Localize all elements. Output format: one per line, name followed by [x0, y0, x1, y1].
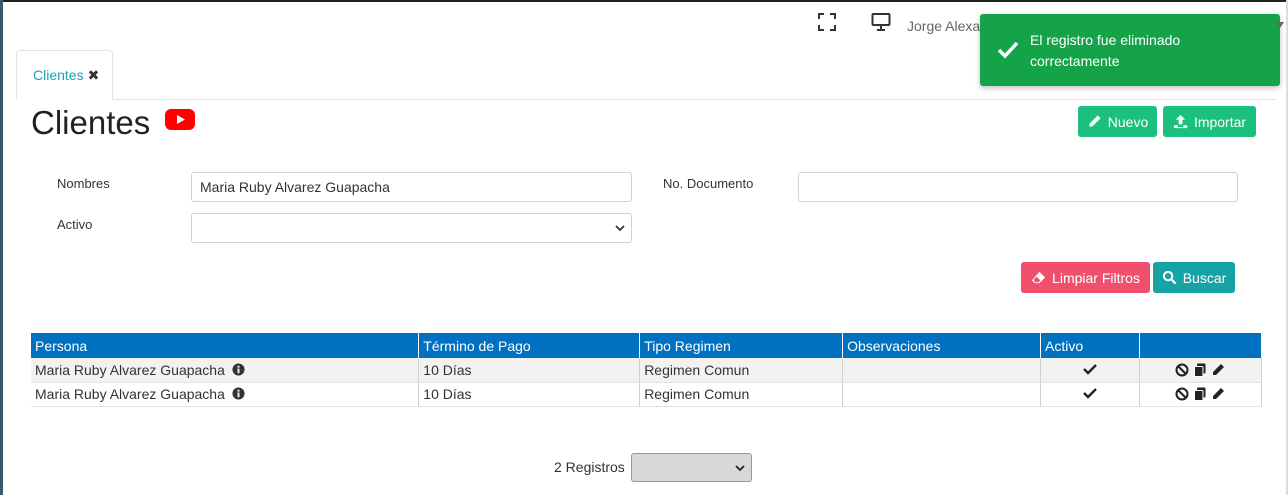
upload-icon — [1173, 114, 1187, 129]
import-button-label: Importar — [1193, 113, 1247, 130]
user-menu[interactable]: Jorge Alexa — [907, 18, 980, 34]
window-top-border — [0, 0, 1288, 2]
cell-regimen: Regimen Comun — [639, 358, 844, 383]
table-row[interactable]: Maria Ruby Alvarez Guapacha 10 Días Regi… — [31, 358, 1263, 383]
new-button-label: Nuevo — [1107, 113, 1149, 130]
close-icon[interactable]: ✖ — [88, 67, 100, 84]
import-button[interactable]: Importar — [1163, 106, 1256, 137]
column-header-activo[interactable]: Activo — [1040, 333, 1140, 358]
persona-name: Maria Ruby Alvarez Guapacha — [35, 386, 225, 402]
page-title: Clientes — [31, 104, 151, 141]
caret-down-icon[interactable] — [1276, 22, 1284, 28]
cell-persona: Maria Ruby Alvarez Guapacha — [31, 382, 420, 407]
nombres-label: Nombres — [57, 176, 110, 191]
column-header-termino[interactable]: Término de Pago — [418, 333, 641, 358]
nombres-input-value: Maria Ruby Alvarez Guapacha — [200, 179, 390, 195]
check-icon — [1083, 363, 1097, 375]
cell-observaciones — [842, 358, 1042, 383]
youtube-icon[interactable] — [165, 109, 195, 130]
cell-regimen: Regimen Comun — [639, 382, 844, 407]
edit-icon[interactable] — [1211, 387, 1225, 401]
search-button-label: Buscar — [1182, 269, 1227, 286]
clear-filters-label: Limpiar Filtros — [1052, 269, 1140, 286]
disable-icon[interactable] — [1175, 363, 1189, 377]
cell-persona: Maria Ruby Alvarez Guapacha — [31, 358, 420, 383]
edit-icon[interactable] — [1211, 363, 1225, 377]
pencil-icon — [1089, 115, 1101, 127]
toast-message: El registro fue eliminado correctamente — [1030, 32, 1181, 69]
activo-select[interactable] — [191, 213, 632, 243]
cell-termino: 10 Días — [418, 358, 641, 383]
table-row[interactable]: Maria Ruby Alvarez Guapacha 10 Días Regi… — [31, 382, 1263, 407]
tab-clientes[interactable]: Clientes ✖ — [16, 50, 113, 100]
persona-name: Maria Ruby Alvarez Guapacha — [35, 361, 225, 378]
cell-actions — [1139, 382, 1263, 407]
info-icon[interactable] — [232, 387, 245, 400]
clear-filters-button[interactable]: Limpiar Filtros — [1021, 262, 1150, 293]
documento-input[interactable] — [798, 172, 1238, 202]
eraser-icon — [1031, 271, 1046, 284]
info-icon[interactable] — [232, 363, 245, 376]
table-header-row: Persona Término de Pago Tipo Regimen Obs… — [31, 333, 1263, 358]
record-count: 2 Registros — [554, 459, 625, 475]
page-size-select[interactable] — [631, 453, 752, 482]
nombres-input[interactable]: Maria Ruby Alvarez Guapacha — [191, 172, 632, 202]
tab-label: Clientes — [33, 67, 84, 83]
cell-observaciones — [842, 382, 1042, 407]
cell-activo — [1040, 382, 1140, 407]
clientes-table: Persona Término de Pago Tipo Regimen Obs… — [31, 333, 1263, 407]
column-header-persona[interactable]: Persona — [31, 333, 420, 358]
search-button[interactable]: Buscar — [1153, 262, 1235, 293]
copy-icon[interactable] — [1193, 363, 1207, 377]
success-toast[interactable]: El registro fue eliminado correctamente — [980, 14, 1280, 86]
fullscreen-icon[interactable] — [817, 12, 837, 32]
chevron-down-icon — [735, 465, 745, 472]
check-icon — [1083, 388, 1097, 399]
column-header-actions — [1139, 333, 1263, 358]
check-icon — [997, 41, 1019, 59]
column-header-regimen[interactable]: Tipo Regimen — [639, 333, 844, 358]
cell-activo — [1040, 358, 1140, 383]
cell-actions — [1139, 358, 1263, 383]
activo-label: Activo — [57, 217, 93, 232]
search-icon — [1162, 270, 1177, 285]
cell-termino: 10 Días — [418, 382, 641, 407]
copy-icon[interactable] — [1193, 387, 1207, 401]
monitor-icon[interactable] — [871, 12, 891, 32]
chevron-down-icon — [615, 225, 625, 232]
window-left-border — [0, 0, 3, 495]
column-header-observaciones[interactable]: Observaciones — [842, 333, 1042, 358]
documento-label: No. Documento — [663, 176, 754, 191]
new-button[interactable]: Nuevo — [1078, 106, 1157, 137]
disable-icon[interactable] — [1175, 387, 1189, 401]
